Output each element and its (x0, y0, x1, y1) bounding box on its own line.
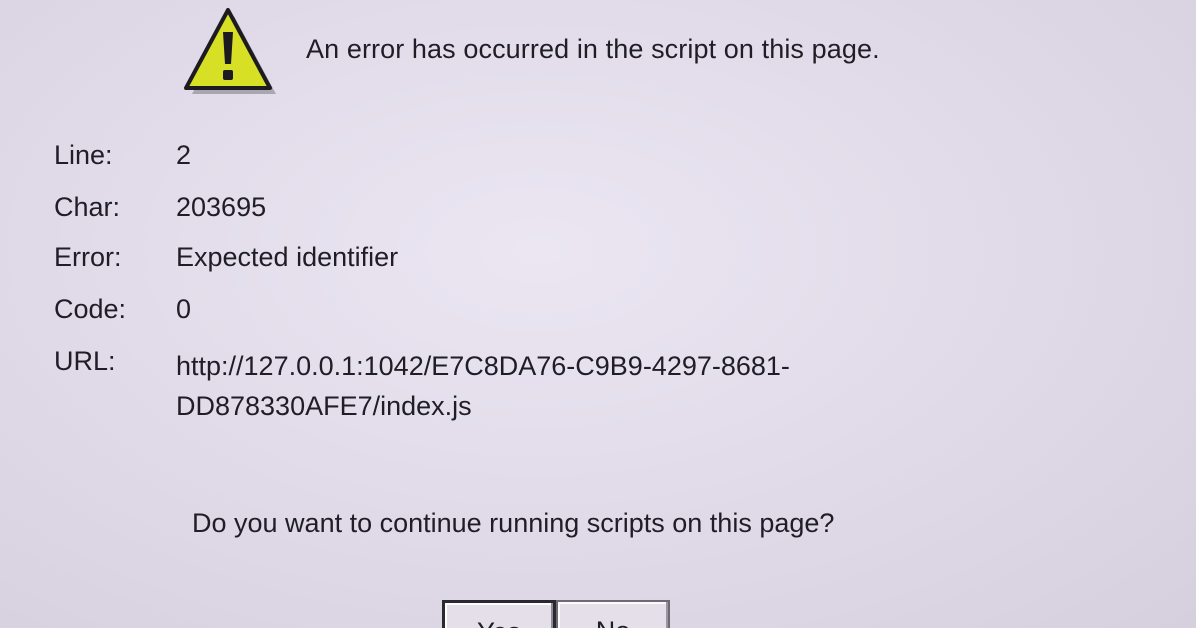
line-value: 2 (176, 140, 192, 170)
url-value: http://127.0.0.1:1042/E7C8DA76-C9B9-4297… (176, 346, 790, 426)
code-value: 0 (176, 294, 192, 324)
char-value: 203695 (176, 192, 267, 222)
url-label: URL: (54, 346, 116, 376)
url-value-line-1: http://127.0.0.1:1042/E7C8DA76-C9B9-4297… (176, 351, 790, 381)
code-label: Code: (54, 294, 127, 324)
url-value-line-2: DD878330AFE7/index.js (176, 391, 472, 421)
error-label: Error: (54, 242, 122, 272)
error-value: Expected identifier (176, 242, 399, 272)
line-label: Line: (54, 140, 113, 170)
no-button[interactable]: No (556, 600, 670, 628)
yes-button[interactable]: Yes (442, 600, 556, 628)
char-label: Char: (54, 192, 121, 222)
error-message: An error has occurred in the script on t… (306, 34, 880, 64)
warning-triangle-icon (184, 8, 276, 94)
continue-question: Do you want to continue running scripts … (192, 508, 835, 538)
script-error-dialog: An error has occurred in the script on t… (0, 0, 1196, 628)
